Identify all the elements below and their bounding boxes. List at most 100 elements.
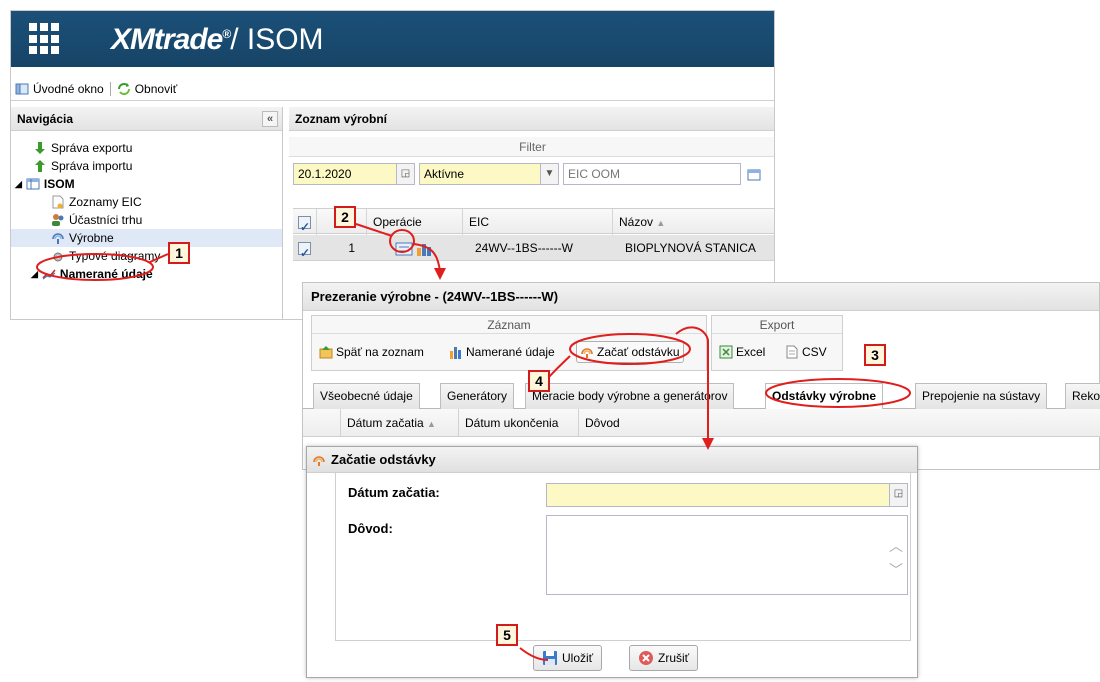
refresh-icon: [117, 82, 130, 95]
record-group: Záznam Späť na zoznam Namerané údaje Zač…: [311, 315, 707, 371]
bar-chart-icon[interactable]: [416, 242, 432, 256]
tab-generators[interactable]: Generátory: [440, 383, 515, 409]
document-icon: [786, 345, 798, 359]
dialog-header: Začatie odstávky: [307, 447, 917, 473]
row-checkbox[interactable]: [293, 235, 317, 266]
calendar-icon[interactable]: ◲: [396, 164, 414, 184]
reason-textarea[interactable]: ︿ ﹀: [546, 515, 908, 595]
excel-export-button[interactable]: Excel: [716, 341, 768, 363]
nav-item-market-participants[interactable]: Účastníci trhu: [11, 211, 282, 229]
export-group-title: Export: [712, 316, 842, 334]
save-button[interactable]: Uložiť: [533, 645, 603, 671]
csv-export-button[interactable]: CSV: [782, 341, 830, 363]
start-date-field[interactable]: ◲: [546, 483, 908, 507]
row-operations: [389, 235, 449, 261]
record-group-title: Záznam: [312, 316, 706, 334]
scroll-up-icon[interactable]: ︿: [889, 536, 903, 556]
nav-item-isom[interactable]: ◢ ISOM: [11, 175, 282, 193]
tab-more[interactable]: Reko: [1065, 383, 1100, 409]
reason-label: Dôvod:: [348, 521, 393, 536]
refresh-label: Obnoviť: [134, 81, 178, 96]
plant-detail-title: Prezeranie výrobne - (24WV--1BS------W): [303, 283, 1099, 311]
step-marker-3: 3: [864, 344, 886, 366]
bar-chart-icon: [450, 347, 461, 359]
nav-item-import[interactable]: Správa importu: [11, 157, 282, 175]
plant-signal-icon: [52, 233, 64, 244]
calendar-icon[interactable]: ◲: [889, 484, 907, 506]
table-icon[interactable]: [747, 168, 761, 182]
step-marker-4: 4: [528, 370, 550, 392]
row-number: 1: [348, 241, 355, 255]
sort-asc-icon: ▲: [656, 218, 666, 228]
line-chart-icon: [42, 269, 56, 280]
collapse-button[interactable]: «: [262, 111, 278, 127]
dialog-form: Dátum začatia: ◲ Dôvod: ︿ ﹀: [335, 473, 911, 641]
home-button[interactable]: Úvodné okno: [15, 82, 104, 96]
toolbar-divider: [109, 81, 111, 96]
detail-tabs: Všeobecné údaje Generátory Meracie body …: [303, 379, 1100, 410]
eic-filter-input[interactable]: EIC OOM: [563, 163, 741, 185]
nav-item-plants[interactable]: Výrobne: [11, 229, 282, 247]
view-detail-icon[interactable]: [395, 242, 413, 256]
apps-grid-icon[interactable]: [29, 23, 61, 55]
table-row[interactable]: 1 24WV--1BS------W BIOPLYNOVÁ STANICA: [293, 235, 774, 266]
navigation-title: Navigácia: [17, 111, 74, 126]
gear-icon: [53, 252, 63, 262]
plants-list-header: Zoznam výrobní: [289, 107, 774, 131]
start-outage-dialog: Začatie odstávky Dátum začatia: ◲ Dôvod:…: [306, 446, 918, 678]
column-end-date[interactable]: Dátum ukončenia: [459, 409, 579, 437]
nav-item-type-diagrams[interactable]: Typové diagramy: [11, 247, 282, 265]
measured-data-button[interactable]: Namerané údaje: [446, 341, 558, 363]
plant-detail-window: Prezeranie výrobne - (24WV--1BS------W) …: [302, 282, 1100, 470]
step-marker-2: 2: [334, 206, 356, 228]
tab-outages[interactable]: Odstávky výrobne: [765, 383, 884, 410]
refresh-button[interactable]: Obnoviť: [117, 81, 178, 96]
floppy-disk-icon: [543, 651, 557, 665]
expand-triangle-icon[interactable]: ◢: [31, 269, 38, 280]
export-group: Export Excel CSV: [711, 315, 843, 371]
tab-metering-points[interactable]: Meracie body výrobne a generátorov: [525, 383, 735, 409]
main-toolbar: Úvodné okno Obnoviť: [11, 77, 774, 101]
dialog-title: Začatie odstávky: [331, 452, 436, 467]
app-window: XMtrade®/ ISOM Úvodné okno Obnoviť Navig…: [10, 10, 775, 320]
chevron-down-icon[interactable]: ▼: [540, 164, 558, 184]
nav-item-eic-lists[interactable]: Zoznamy EIC: [11, 193, 282, 211]
column-name[interactable]: Názov ▲: [613, 209, 774, 235]
column-reason[interactable]: Dôvod: [579, 409, 639, 437]
window-icon: [15, 83, 29, 94]
excel-icon: [719, 345, 733, 359]
step-marker-1: 1: [168, 242, 190, 264]
sort-asc-icon: ▲: [427, 419, 436, 429]
column-start-date[interactable]: Dátum začatia ▲: [341, 409, 459, 437]
table-icon: [26, 178, 40, 190]
tab-grid-connections[interactable]: Prepojenie na sústavy: [915, 383, 1048, 409]
document-icon: [52, 195, 64, 209]
row-eic: 24WV--1BS------W: [475, 241, 573, 255]
nav-item-export[interactable]: Správa exportu: [11, 139, 282, 157]
back-to-list-button[interactable]: Späť na zoznam: [316, 341, 427, 363]
row-name: BIOPLYNOVÁ STANICA: [625, 241, 756, 255]
app-logo: XMtrade®/ ISOM: [111, 23, 324, 56]
step-marker-5: 5: [496, 624, 518, 646]
start-date-label: Dátum začatia:: [348, 485, 440, 500]
plants-list-title: Zoznam výrobní: [295, 111, 388, 126]
navigation-tree: Správa exportu Správa importu ◢ ISOM Zoz…: [11, 131, 282, 283]
filter-title: Filter: [289, 137, 774, 157]
scroll-down-icon[interactable]: ﹀: [889, 560, 903, 580]
start-outage-button[interactable]: Začať odstávku: [576, 341, 684, 363]
navigation-header: Navigácia «: [11, 107, 282, 131]
outage-signal-icon: [581, 348, 593, 358]
date-filter-field[interactable]: 20.1.2020 ◲: [293, 163, 415, 185]
cancel-button[interactable]: Zrušiť: [629, 645, 699, 671]
nav-item-measured-data[interactable]: ◢ Namerané údaje: [11, 265, 282, 283]
users-icon: [52, 214, 64, 226]
row-number-header: [303, 409, 341, 437]
arrow-down-icon: [35, 142, 45, 154]
expand-triangle-icon[interactable]: ◢: [15, 179, 22, 190]
column-eic[interactable]: EIC: [463, 209, 613, 235]
arrow-up-icon: [35, 160, 45, 172]
tab-general[interactable]: Všeobecné údaje: [313, 383, 420, 409]
select-all-checkbox[interactable]: [293, 209, 317, 240]
column-operations[interactable]: Operácie: [367, 209, 463, 235]
status-select[interactable]: Aktívne ▼: [419, 163, 559, 185]
